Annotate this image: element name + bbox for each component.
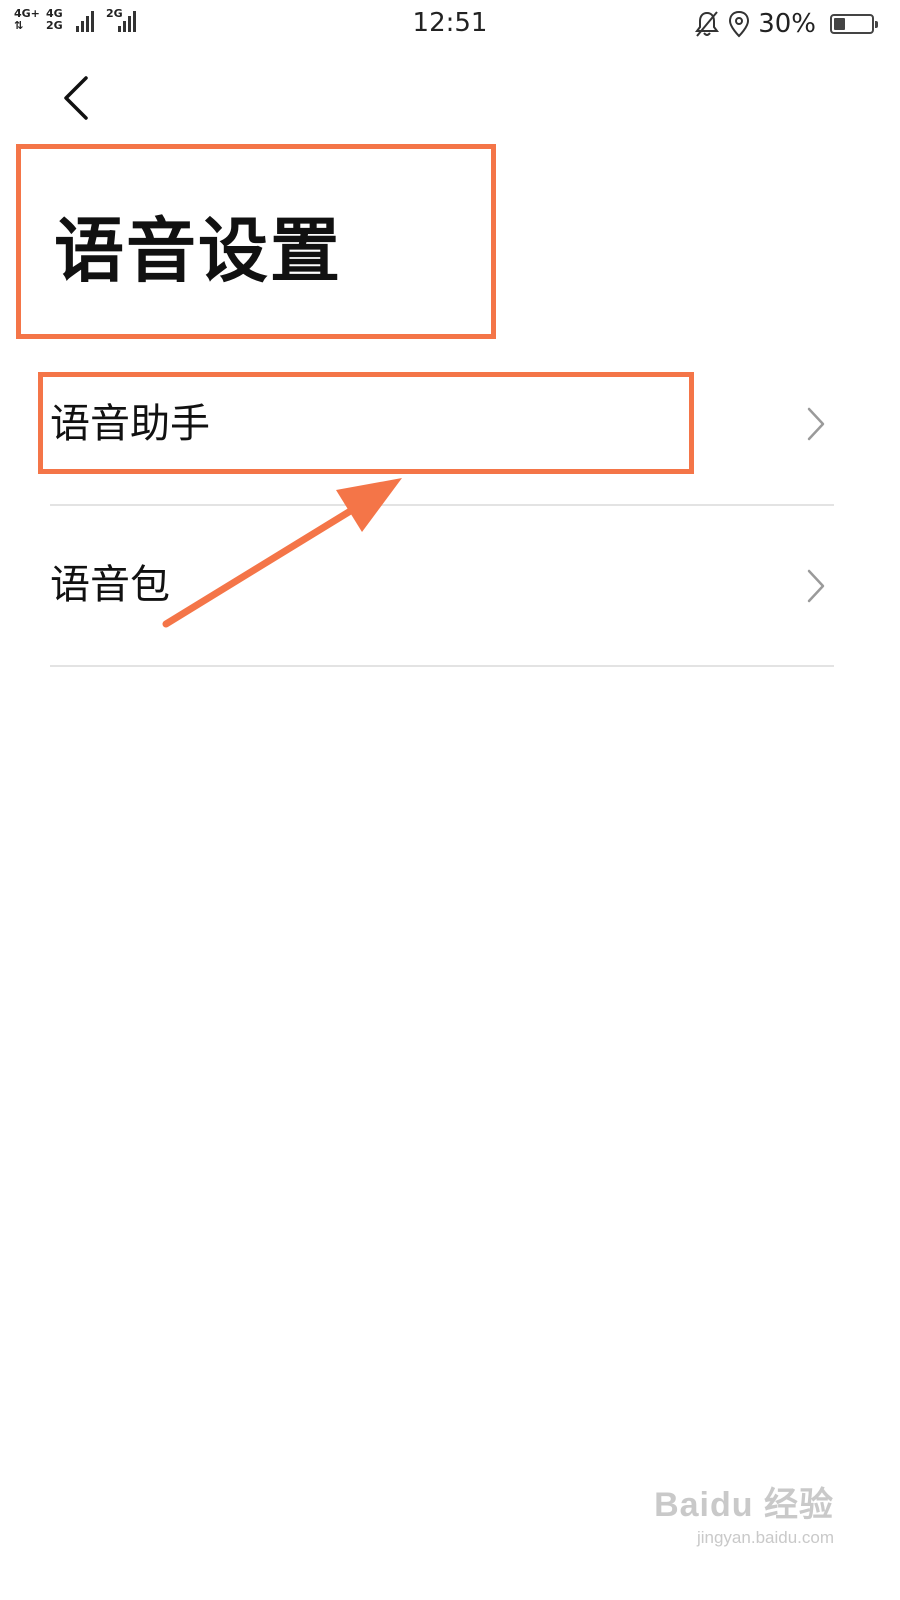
status-icons: 30%	[694, 6, 878, 42]
page-title: 语音设置	[54, 210, 342, 292]
location-icon	[729, 10, 750, 38]
chevron-right-icon	[807, 407, 825, 441]
status-bar: 4G+ ⇅ 4G 2G 2G 12:51 30%	[0, 0, 900, 48]
settings-list: 语音助手 语音包	[50, 345, 834, 667]
bell-muted-icon	[695, 11, 720, 37]
voice-pack-label: 语音包	[50, 562, 170, 608]
watermark-url: jingyan.baidu.com	[696, 1528, 834, 1547]
watermark-logo: Baidu 经验	[654, 1486, 834, 1524]
baidu-watermark: Baidu 经验 jingyan.baidu.com	[654, 1477, 834, 1548]
voice-pack-item[interactable]: 语音包	[50, 506, 834, 667]
voice-assistant-label: 语音助手	[50, 401, 210, 447]
battery-level	[834, 18, 845, 30]
back-button[interactable]	[52, 68, 112, 128]
chevron-right-icon	[807, 569, 825, 603]
chevron-left-icon	[64, 76, 88, 120]
voice-assistant-item[interactable]: 语音助手	[50, 345, 834, 506]
battery-icon	[830, 14, 878, 34]
battery-percent: 30%	[758, 9, 816, 39]
